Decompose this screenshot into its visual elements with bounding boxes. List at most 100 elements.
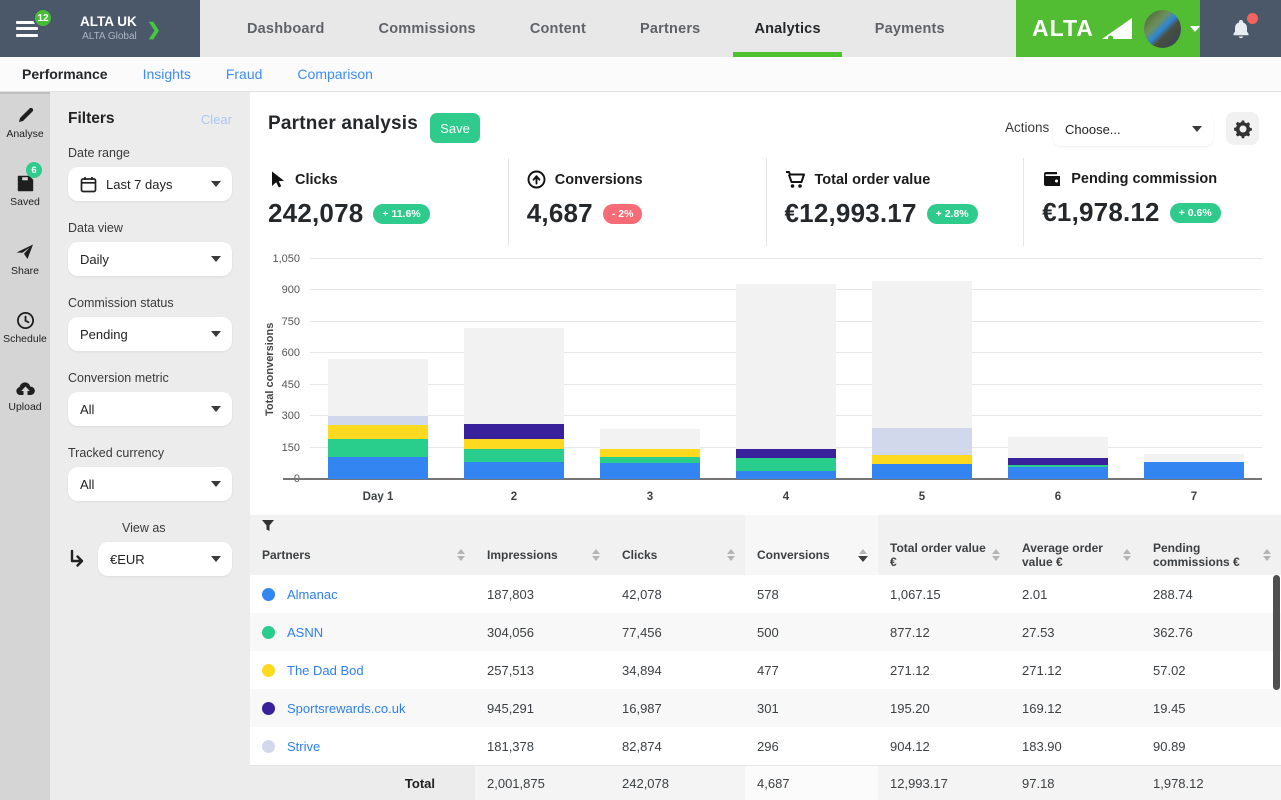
kpi-header: Pending commission [1042,170,1281,188]
chart-bar-day-5[interactable] [872,259,972,479]
filter-select-data-view[interactable]: Daily [68,242,232,276]
chart-x-label: 2 [446,491,582,503]
table-row: Strive181,37882,874296904.12183.9090.89 [250,727,1281,765]
rail-item-upload[interactable]: Upload [0,379,50,413]
user-avatar[interactable] [1144,10,1181,48]
filter-field-commission-status: Commission statusPending [68,296,232,351]
column-header-average-order-value-[interactable]: Average order value € [1010,535,1141,575]
chevron-down-icon [211,256,221,262]
nav-tab-content[interactable]: Content [503,0,613,57]
save-button[interactable]: Save [430,113,480,143]
view-as-label: View as [122,521,232,535]
filter-select-conversion-metric[interactable]: All [68,392,232,426]
sort-arrows-icon[interactable] [1123,549,1131,561]
cell-pending_commissions: 57.02 [1141,651,1281,689]
bar-segment-almanac [464,462,564,479]
subnav-tab-performance[interactable]: Performance [22,66,108,82]
chart-bar-day-7[interactable] [1144,259,1244,479]
cell-avg_order_value: 2.01 [1010,575,1141,613]
sort-arrows-icon[interactable] [592,549,600,561]
rail-item-share[interactable]: Share [0,242,50,277]
column-header-pending-commissions-[interactable]: Pending commissions € [1141,535,1281,575]
cart-icon [785,170,806,189]
send-icon [15,242,35,262]
rail-item-saved[interactable]: 6Saved [0,174,50,208]
filter-select-tracked-currency[interactable]: All [68,467,232,501]
settings-gear-button[interactable] [1226,112,1259,145]
column-header-impressions[interactable]: Impressions [475,535,610,575]
chevron-down-icon [211,331,221,337]
column-label: Pending commissions € [1153,541,1257,570]
rail-item-analyse[interactable]: Analyse [0,106,50,140]
brand-triangle-icon [1102,18,1132,39]
bar-segment-sportsrewards-co-uk [464,424,564,439]
sort-up-icon [1123,549,1131,554]
funnel-icon[interactable] [262,520,274,531]
chart-y-tick: 600 [252,347,300,359]
menu-count-badge: 12 [33,8,53,28]
nav-tab-dashboard[interactable]: Dashboard [220,0,352,57]
cell-impressions: 187,803 [475,575,610,613]
notification-dot [1247,13,1258,24]
partner-link[interactable]: The Dad Bod [287,663,364,678]
column-header-clicks[interactable]: Clicks [610,535,745,575]
sort-down-icon [992,556,1000,561]
table-scrollbar-thumb[interactable] [1273,575,1280,690]
table-row: Almanac187,80342,0785781,067.152.01288.7… [250,575,1281,613]
bar-segment-all-partners-remainder [464,328,564,424]
sort-arrows-icon[interactable] [1263,549,1271,561]
nav-tab-payments[interactable]: Payments [848,0,972,57]
sort-arrows-icon[interactable] [992,549,1000,561]
sort-down-icon [457,556,465,561]
subnav-tab-fraud[interactable]: Fraud [226,66,263,82]
nav-tab-partners[interactable]: Partners [613,0,727,57]
org-expand-chevron-icon[interactable]: ❯ [147,20,161,40]
bar-segment-asnn [328,439,428,456]
chart-bar-day-1[interactable] [328,259,428,479]
pencil-icon [16,106,35,125]
sort-arrows-icon[interactable] [457,549,465,561]
column-header-total-order-value-[interactable]: Total order value € [878,535,1010,575]
rail-item-schedule[interactable]: Schedule [0,311,50,345]
actions-value: Choose... [1065,122,1121,137]
rail-item-label: Upload [8,401,41,413]
nav-tab-analytics[interactable]: Analytics [727,0,847,57]
partner-link[interactable]: Strive [287,739,320,754]
sort-up-icon [727,549,735,554]
cell-pending_commissions: 90.89 [1141,727,1281,765]
partner-link[interactable]: ASNN [287,625,323,640]
kpi-value: €1,978.12 [1042,197,1159,228]
sort-arrows-icon[interactable] [858,549,868,562]
column-header-partners[interactable]: Partners [250,535,475,575]
chart-bar-day-6[interactable] [1008,259,1108,479]
partner-link[interactable]: Almanac [287,587,338,602]
user-menu-caret-icon[interactable] [1190,26,1200,32]
chart-bar-day-3[interactable] [600,259,700,479]
filter-select-commission-status[interactable]: Pending [68,317,232,351]
filter-select-date-range[interactable]: Last 7 days [68,167,232,201]
kpi-delta-badge: + 0.6% [1170,203,1221,223]
partner-link[interactable]: Sportsrewards.co.uk [287,701,406,716]
chart-bar-day-4[interactable] [736,259,836,479]
chart-bar-day-2[interactable] [464,259,564,479]
bar-segment-all-partners-remainder [1008,437,1108,458]
calendar-icon [80,176,97,193]
view-as-select[interactable]: €EUR [98,542,232,576]
column-header-conversions[interactable]: Conversions [745,535,878,575]
filter-strip-cell [745,515,878,535]
subnav-tab-comparison[interactable]: Comparison [297,66,372,82]
main-nav: DashboardCommissionsContentPartnersAnaly… [200,0,1016,57]
cell-pending_commissions: 19.45 [1141,689,1281,727]
org-names[interactable]: ALTA UK ALTA Global [80,14,137,43]
column-label: Total order value € [890,541,986,570]
subnav-tab-insights[interactable]: Insights [143,66,191,82]
view-as-block: View as €EUR [68,521,232,576]
filters-clear-button[interactable]: Clear [201,112,232,127]
notification-bell-icon[interactable] [1229,17,1253,41]
nav-tab-commissions[interactable]: Commissions [352,0,503,57]
actions-select[interactable]: Choose... [1053,112,1213,146]
sort-arrows-icon[interactable] [727,549,735,561]
filter-field-date-range: Date rangeLast 7 days [68,146,232,201]
table-row: Sportsrewards.co.uk945,29116,987301195.2… [250,689,1281,727]
bar-segment-the-dad-bod [872,455,972,464]
